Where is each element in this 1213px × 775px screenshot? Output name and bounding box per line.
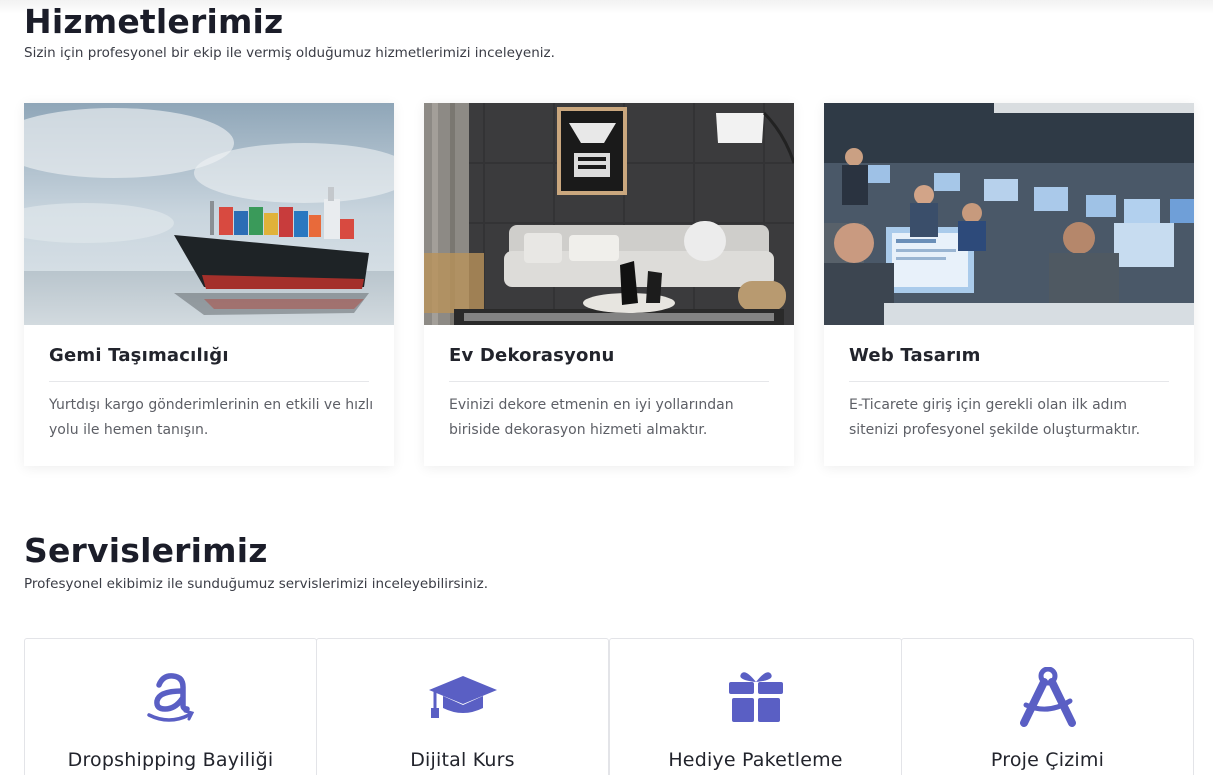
card-divider [849, 381, 1169, 382]
card-description: Yurtdışı kargo gönderimlerinin en etkili… [49, 397, 374, 438]
servisler-subtitle: Profesyonel ekibimiz ile sunduğumuz serv… [24, 576, 488, 592]
service-card-shipping[interactable]: Gemi Taşımacılığı Yurtdışı kargo gönderi… [24, 103, 394, 466]
card-title[interactable]: Ev Dekorasyonu [449, 345, 615, 366]
card-title[interactable]: Web Tasarım [849, 345, 981, 366]
service-title: Hediye Paketleme [668, 749, 843, 771]
gift-icon [716, 665, 796, 729]
service-title: Dijital Kurs [410, 749, 515, 771]
services-subtitle: Sizin için profesyonel bir ekip ile verm… [24, 45, 555, 61]
service-cards: Gemi Taşımacılığı Yurtdışı kargo gönderi… [24, 103, 1194, 466]
service-box-project[interactable]: Proje Çizimi [901, 638, 1194, 775]
card-description: E-Ticarete giriş için gerekli olan ilk a… [849, 397, 1141, 438]
services-heading: Hizmetlerimiz [24, 2, 284, 41]
graduation-cap-icon [423, 665, 503, 729]
card-title[interactable]: Gemi Taşımacılığı [49, 345, 229, 366]
card-description: Evinizi dekore etmenin en iyi yollarında… [449, 397, 734, 438]
card-divider [49, 381, 369, 382]
service-box-gift[interactable]: Hediye Paketleme [609, 638, 902, 775]
service-box-dropshipping[interactable]: Dropshipping Bayiliği [24, 638, 317, 775]
cargo-ship-image [24, 103, 394, 325]
service-box-course[interactable]: Dijital Kurs [316, 638, 609, 775]
compass-drafting-icon [1008, 665, 1088, 729]
service-boxes: Dropshipping Bayiliği Dijital Kurs Hediy [24, 638, 1194, 775]
service-card-decoration[interactable]: Ev Dekorasyonu Evinizi dekore etmenin en… [424, 103, 794, 466]
card-divider [449, 381, 769, 382]
office-workers-image [824, 103, 1194, 325]
servisler-heading: Servislerimiz [24, 531, 268, 570]
service-card-webdesign[interactable]: Web Tasarım E-Ticarete giriş için gerekl… [824, 103, 1194, 466]
living-room-image [424, 103, 794, 325]
service-title: Dropshipping Bayiliği [67, 749, 274, 771]
amazon-icon [131, 665, 211, 729]
service-title: Proje Çizimi [990, 749, 1105, 771]
